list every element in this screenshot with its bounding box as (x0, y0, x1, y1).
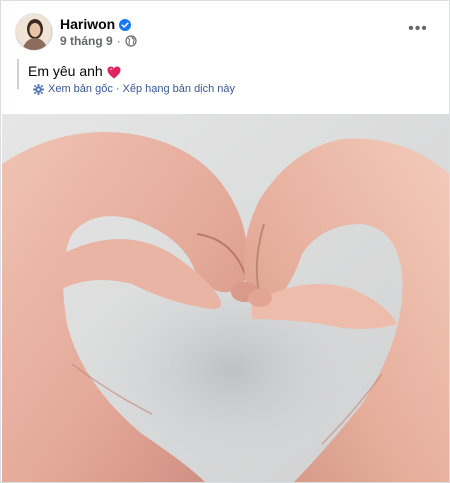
translation-separator: · (115, 83, 120, 95)
author-name[interactable]: Hariwon (60, 16, 115, 32)
heart-emoji-icon (107, 65, 121, 78)
rate-translation-link[interactable]: Xếp hạng bản dịch này (123, 83, 236, 95)
post-header: Hariwon 9 tháng 9 · ••• (15, 13, 439, 53)
more-options-icon[interactable]: ••• (405, 19, 431, 39)
globe-icon[interactable] (125, 35, 137, 47)
gear-icon (33, 83, 44, 95)
author-row: Hariwon (60, 16, 132, 32)
translation-links: Xem bản gốc · Xếp hạng bản dịch này (33, 83, 235, 95)
caption-text: Em yêu anh (28, 63, 103, 79)
post-photo[interactable] (2, 114, 449, 482)
author-avatar[interactable] (15, 13, 53, 51)
meta-separator: · (116, 34, 121, 48)
post-meta: 9 tháng 9 · (60, 34, 137, 48)
heart-hands-image (2, 114, 449, 482)
verified-badge-icon (119, 18, 132, 31)
post-card: Hariwon 9 tháng 9 · ••• Em yêu anh Xem b… (0, 0, 450, 483)
post-caption: Em yêu anh (28, 62, 433, 80)
see-original-link[interactable]: Xem bản gốc (48, 83, 113, 95)
post-timestamp[interactable]: 9 tháng 9 (60, 34, 113, 48)
